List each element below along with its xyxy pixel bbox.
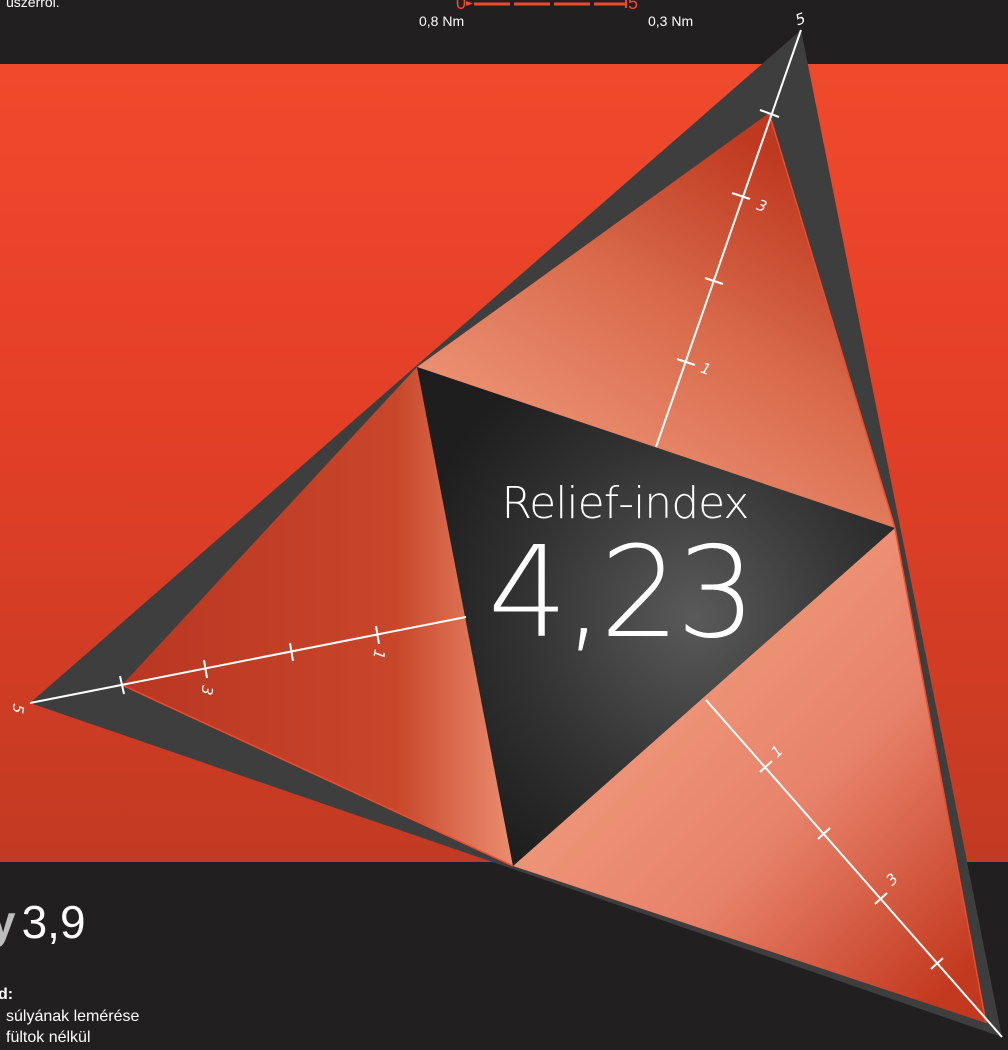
method-title: d:	[0, 986, 14, 1003]
scale-min-label: 0,8 Nm	[419, 13, 465, 29]
relief-index-value: 4,23	[487, 519, 757, 666]
bottom-score-prefix: y	[0, 896, 16, 948]
torque-scale	[466, 0, 627, 8]
scale-min-value: 0	[456, 0, 467, 13]
axis-label-top-5: 5	[793, 9, 808, 29]
scale-max-label: 0,3 Nm	[648, 13, 694, 29]
scale-max-value: 5	[628, 0, 639, 13]
bottom-score-value: 3,9	[21, 896, 86, 948]
method-line-1: súlyának lemérése	[6, 1008, 140, 1025]
method-line-2: fültok nélkül	[6, 1029, 91, 1046]
intro-text-fragment: úszerről.	[6, 0, 60, 10]
bottom-score: y 3,9	[0, 895, 86, 949]
